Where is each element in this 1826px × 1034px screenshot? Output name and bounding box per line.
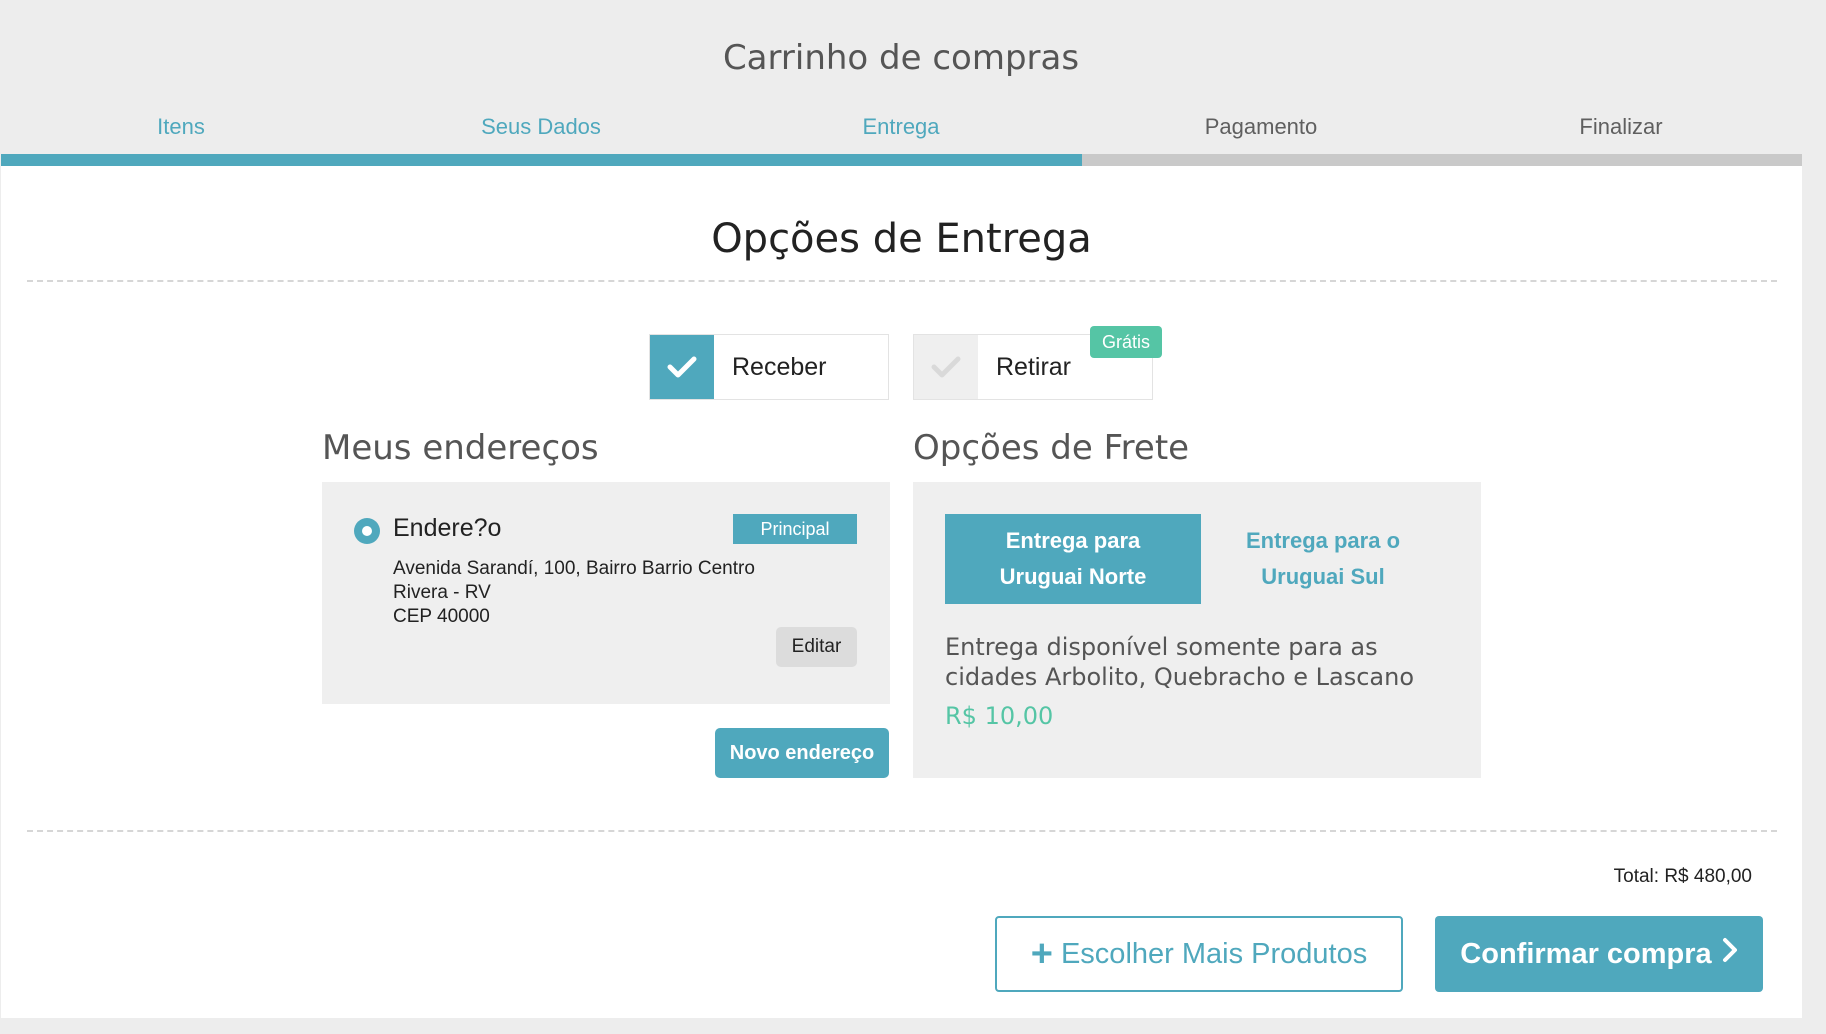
address-line-2: Rivera - RV bbox=[393, 582, 491, 603]
address-card: Endere?o Principal Avenida Sarandí, 100,… bbox=[322, 482, 890, 704]
freight-tab-norte-line1: Entrega para bbox=[1005, 528, 1141, 553]
address-line-1: Avenida Sarandí, 100, Bairro Barrio Cent… bbox=[393, 558, 755, 579]
option-receber-label: Receber bbox=[732, 353, 827, 381]
choose-more-products-label: Escolher Mais Produtos bbox=[1060, 937, 1368, 970]
step-finalizar: Finalizar bbox=[1579, 114, 1663, 139]
new-address-button[interactable]: Novo endereço bbox=[715, 728, 889, 778]
address-name: Endere?o bbox=[393, 514, 502, 542]
step-pagamento: Pagamento bbox=[1204, 114, 1318, 139]
addresses-title: Meus endereços bbox=[322, 428, 599, 468]
freight-tab-sul[interactable]: Entrega para o Uruguai Sul bbox=[1195, 514, 1451, 604]
plus-icon: + bbox=[1030, 933, 1053, 975]
freight-title: Opções de Frete bbox=[913, 428, 1190, 468]
confirm-purchase-label: Confirmar compra bbox=[1460, 937, 1712, 970]
check-icon bbox=[650, 335, 714, 399]
freight-price: R$ 10,00 bbox=[945, 702, 1054, 730]
edit-address-button[interactable]: Editar bbox=[776, 627, 857, 667]
freight-card: Entrega para Uruguai Norte Entrega para … bbox=[913, 482, 1481, 778]
main-address-badge: Principal bbox=[733, 514, 857, 544]
step-itens[interactable]: Itens bbox=[1, 114, 361, 140]
section-title: Opções de Entrega bbox=[711, 216, 1092, 262]
page-title: Carrinho de compras bbox=[722, 38, 1080, 78]
freight-description: Entrega disponível somente para as cidad… bbox=[945, 633, 1414, 691]
check-icon bbox=[914, 335, 978, 399]
freight-tab-sul-line1: Entrega para o bbox=[1245, 528, 1401, 553]
progress-fill bbox=[1, 154, 1082, 166]
checkout-steps: Itens Seus Dados Entrega Pagamento Final… bbox=[0, 114, 1802, 144]
freight-tab-sul-line2: Uruguai Sul bbox=[1261, 564, 1385, 589]
address-radio[interactable] bbox=[354, 518, 380, 544]
step-seus-dados[interactable]: Seus Dados bbox=[361, 114, 721, 140]
freight-tab-norte[interactable]: Entrega para Uruguai Norte bbox=[945, 514, 1201, 604]
address-line-3: CEP 40000 bbox=[393, 606, 490, 627]
checkout-panel: Opções de Entrega Receber Retirar Grátis… bbox=[1, 166, 1802, 1018]
divider-bottom bbox=[27, 830, 1777, 832]
free-badge: Grátis bbox=[1090, 326, 1162, 358]
step-entrega[interactable]: Entrega bbox=[721, 114, 1081, 140]
divider-top bbox=[27, 280, 1777, 282]
option-retirar-label: Retirar bbox=[996, 353, 1072, 381]
option-receber[interactable]: Receber bbox=[649, 334, 889, 400]
confirm-purchase-button[interactable]: Confirmar compra bbox=[1435, 916, 1763, 992]
chevron-right-icon bbox=[1722, 937, 1738, 971]
order-total: Total: R$ 480,00 bbox=[1613, 866, 1752, 887]
freight-tab-norte-line2: Uruguai Norte bbox=[999, 564, 1147, 589]
choose-more-products-button[interactable]: + Escolher Mais Produtos bbox=[995, 916, 1403, 992]
checkout-progress-bar bbox=[1, 154, 1802, 166]
